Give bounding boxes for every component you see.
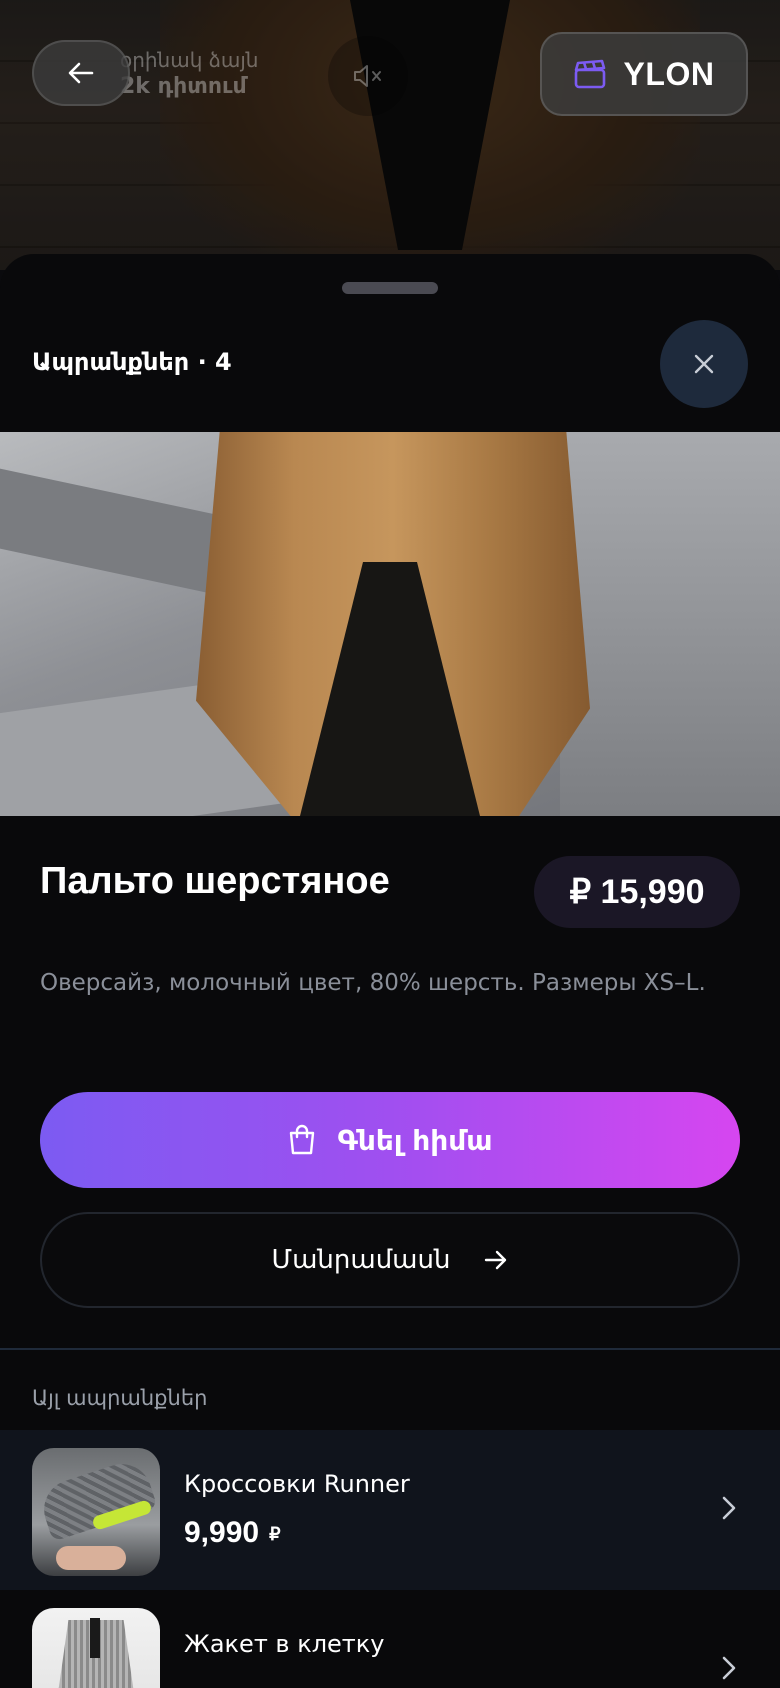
brand-button[interactable]: YLON [540, 32, 748, 116]
other-products-label: Այլ ապրանքներ [32, 1386, 208, 1410]
photo-stone-wall [560, 432, 780, 816]
chevron-right-icon [722, 1656, 736, 1680]
product-image [0, 432, 780, 816]
buy-now-button[interactable]: Գնել հիմա [40, 1092, 740, 1188]
product-name: Пальто шерстяное [40, 860, 390, 902]
item-name: Жакет в клетку [184, 1630, 385, 1658]
buy-now-label: Գնել հիմա [337, 1123, 493, 1157]
item-price [184, 1676, 194, 1688]
product-thumbnail [32, 1608, 160, 1688]
close-button[interactable] [660, 320, 748, 408]
mute-button[interactable] [328, 36, 408, 116]
arrow-right-icon [485, 1250, 507, 1270]
chevron-right-icon [722, 1496, 736, 1520]
back-button[interactable] [32, 40, 130, 106]
shopping-bag-icon [290, 1124, 315, 1155]
item-currency: ₽ [269, 1523, 281, 1544]
thumb-hand [56, 1546, 126, 1570]
channel-views: 2k դիտում [120, 74, 247, 99]
list-item[interactable]: Жакет в клетку [0, 1590, 780, 1688]
products-sheet: Ապրանքներ · 4 Пальто шерстяное ₽ 15,990 … [0, 254, 780, 1688]
other-products-list: Кроссовки Runner 9,990 ₽ Жакет в клетку [0, 1430, 780, 1688]
section-divider [0, 1348, 780, 1350]
clapperboard-icon [574, 59, 605, 89]
product-thumbnail [32, 1448, 160, 1576]
sheet-title: Ապրանքներ · 4 [32, 348, 232, 376]
price-badge: ₽ 15,990 [534, 856, 740, 928]
item-price-value: 9,990 [184, 1516, 260, 1549]
brand-label: YLON [623, 55, 715, 92]
details-button[interactable]: Մանրամասն [40, 1212, 740, 1308]
arrow-left-icon [68, 62, 94, 84]
volume-mute-icon [354, 65, 381, 87]
sheet-drag-handle[interactable] [342, 282, 438, 294]
thumb-tie [90, 1618, 100, 1658]
item-name: Кроссовки Runner [184, 1470, 410, 1498]
list-item[interactable]: Кроссовки Runner 9,990 ₽ [0, 1430, 780, 1590]
close-icon [694, 354, 714, 374]
product-description: Оверсайз, молочный цвет, 80% шерсть. Раз… [40, 970, 706, 996]
channel-info: օրինակ ձայն 2k դիտում [120, 48, 258, 99]
item-price: 9,990 ₽ [184, 1516, 281, 1550]
video-top-bar: օրինակ ձայն 2k դիտում YLON [0, 30, 780, 120]
details-label: Մանրամասն [271, 1245, 451, 1275]
channel-name: օրինակ ձայն [120, 48, 259, 72]
